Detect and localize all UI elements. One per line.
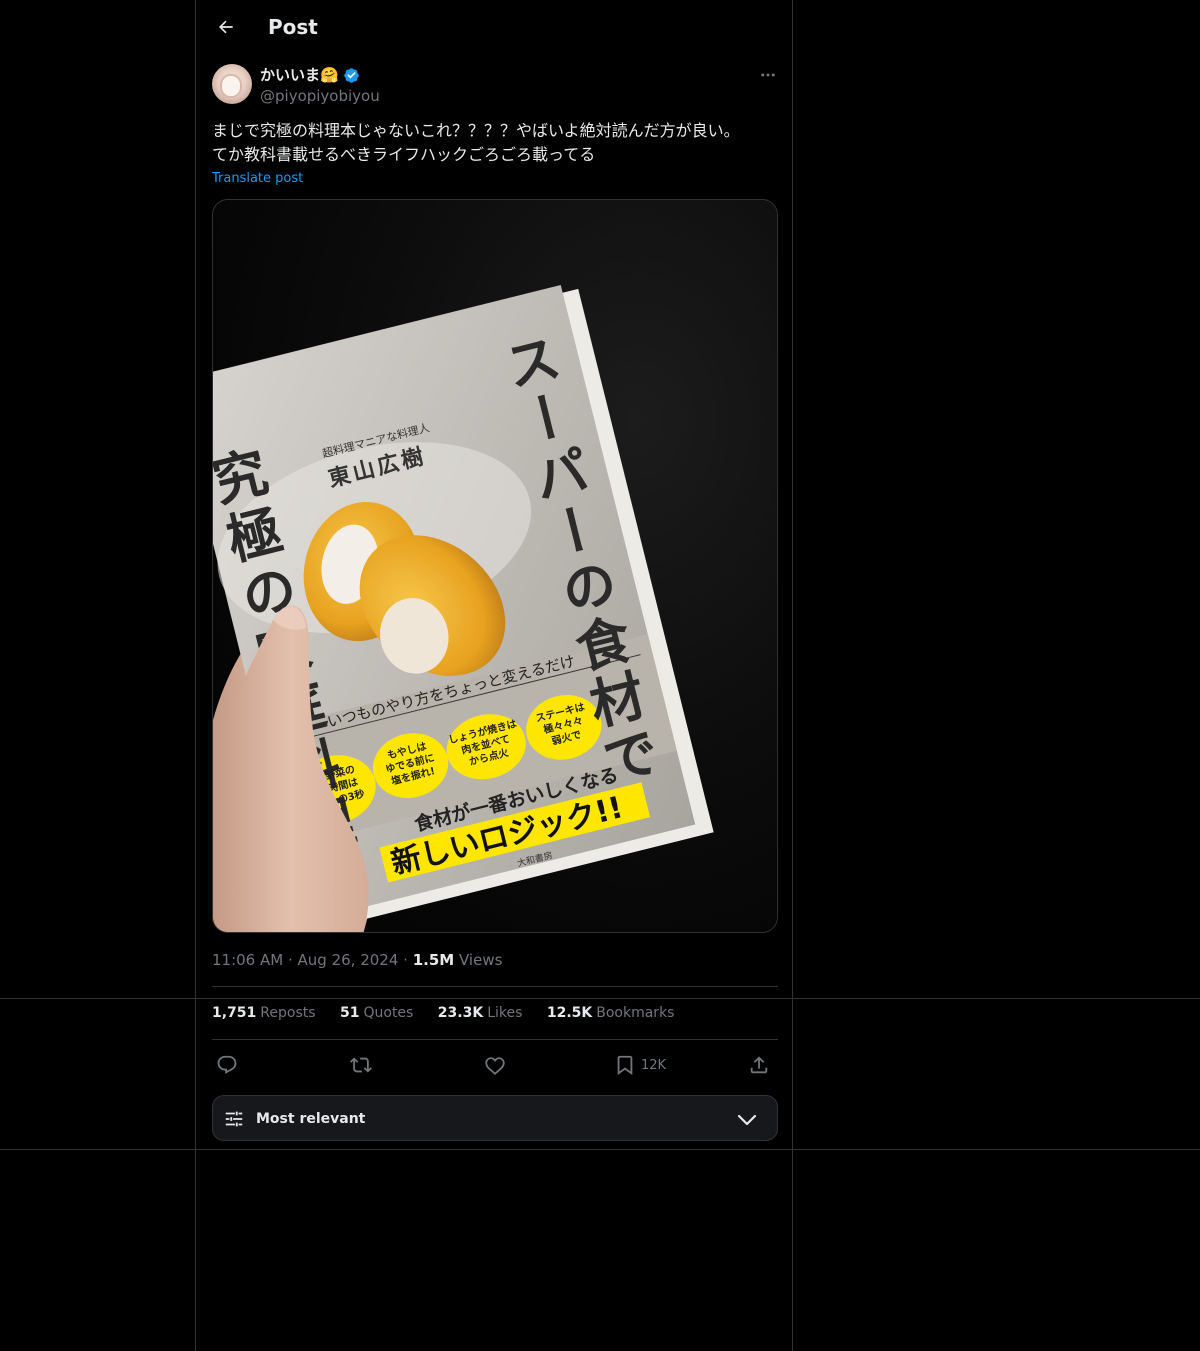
bookmark-count: 12K bbox=[641, 1057, 667, 1073]
stats-divider bbox=[212, 1039, 778, 1040]
post-date[interactable]: Aug 26, 2024 bbox=[298, 951, 399, 969]
share-button[interactable] bbox=[748, 1053, 770, 1077]
heart-icon bbox=[485, 1057, 505, 1076]
meta-separator: · bbox=[403, 951, 413, 969]
book-photo: 究極の家庭料理 スーパーの食材で 超料理マニアな料理人 東山広樹 いつものやり方… bbox=[213, 200, 777, 932]
meta-separator: · bbox=[287, 951, 298, 969]
reply-icon bbox=[217, 1055, 237, 1074]
post-column: Post かいいま🤗 @piyopiyobiyou まじで究極の料理本じゃないこ… bbox=[195, 0, 793, 1351]
verified-badge-icon[interactable] bbox=[343, 67, 360, 84]
action-bar: 12K bbox=[212, 1044, 778, 1086]
repost-icon bbox=[350, 1057, 372, 1073]
share-icon bbox=[750, 1056, 768, 1074]
back-button[interactable] bbox=[208, 9, 244, 45]
post-meta: 11:06 AM · Aug 26, 2024 · 1.5M Views bbox=[212, 950, 502, 970]
reposts-stat[interactable]: 1,751 Reposts bbox=[212, 1003, 316, 1023]
author-display-name[interactable]: かいいま🤗 bbox=[260, 65, 339, 85]
likes-label: Likes bbox=[487, 1005, 523, 1021]
chevron-down-icon bbox=[737, 1114, 757, 1126]
views-label: Views bbox=[459, 951, 503, 969]
meta-divider bbox=[212, 986, 778, 987]
sort-replies-dropdown[interactable]: Most relevant bbox=[212, 1095, 778, 1141]
more-options-button[interactable] bbox=[752, 61, 784, 89]
page-title: Post bbox=[268, 15, 318, 39]
page-header: Post bbox=[196, 0, 794, 54]
sort-label: Most relevant bbox=[256, 1111, 366, 1127]
tweet-photo[interactable]: 究極の家庭料理 スーパーの食材で 超料理マニアな料理人 東山広樹 いつものやり方… bbox=[212, 199, 778, 933]
tweet-text-line: まじで究極の料理本じゃないこれ？？？？やばいよ絶対読んだ方が良い。 bbox=[212, 121, 740, 140]
translate-post-link[interactable]: Translate post bbox=[212, 170, 303, 188]
bookmark-button[interactable]: 12K bbox=[614, 1053, 666, 1077]
bookmarks-count: 12.5K bbox=[546, 1005, 593, 1021]
tweet-text-line: てか教科書載せるべきライフハックごろごろ載ってる bbox=[212, 145, 596, 164]
post-time[interactable]: 11:06 AM bbox=[212, 951, 283, 969]
tweet-text: まじで究極の料理本じゃないこれ？？？？やばいよ絶対読んだ方が良い。 てか教科書載… bbox=[212, 119, 778, 167]
repost-button[interactable] bbox=[350, 1053, 372, 1077]
quotes-label: Quotes bbox=[363, 1005, 414, 1021]
sliders-icon bbox=[225, 1111, 243, 1127]
quotes-stat[interactable]: 51 Quotes bbox=[340, 1003, 413, 1023]
author-handle[interactable]: @piyopiyobiyou bbox=[260, 86, 380, 106]
quotes-count: 51 bbox=[340, 1005, 360, 1021]
likes-stat[interactable]: 23.3K Likes bbox=[438, 1003, 523, 1023]
reply-button[interactable] bbox=[216, 1053, 238, 1077]
like-button[interactable] bbox=[484, 1053, 506, 1077]
engagement-stats: 1,751 Reposts 51 Quotes 23.3K Likes 12.5K Bo… bbox=[212, 1003, 694, 1023]
views-count: 1.5M bbox=[412, 951, 455, 969]
arrow-left-icon bbox=[219, 20, 233, 34]
likes-count: 23.3K bbox=[437, 1005, 484, 1021]
bookmarks-label: Bookmarks bbox=[596, 1005, 675, 1021]
hugging-face-emoji: 🤗 bbox=[320, 66, 339, 84]
avatar[interactable] bbox=[212, 64, 252, 104]
author-name-text: かいいま bbox=[260, 66, 321, 84]
bookmarks-stat[interactable]: 12.5K Bookmarks bbox=[547, 1003, 675, 1023]
more-dots-icon bbox=[761, 73, 775, 77]
reposts-count: 1,751 bbox=[212, 1005, 257, 1021]
bookmark-icon bbox=[617, 1055, 633, 1076]
reposts-label: Reposts bbox=[260, 1005, 316, 1021]
avatar-image bbox=[222, 76, 240, 96]
